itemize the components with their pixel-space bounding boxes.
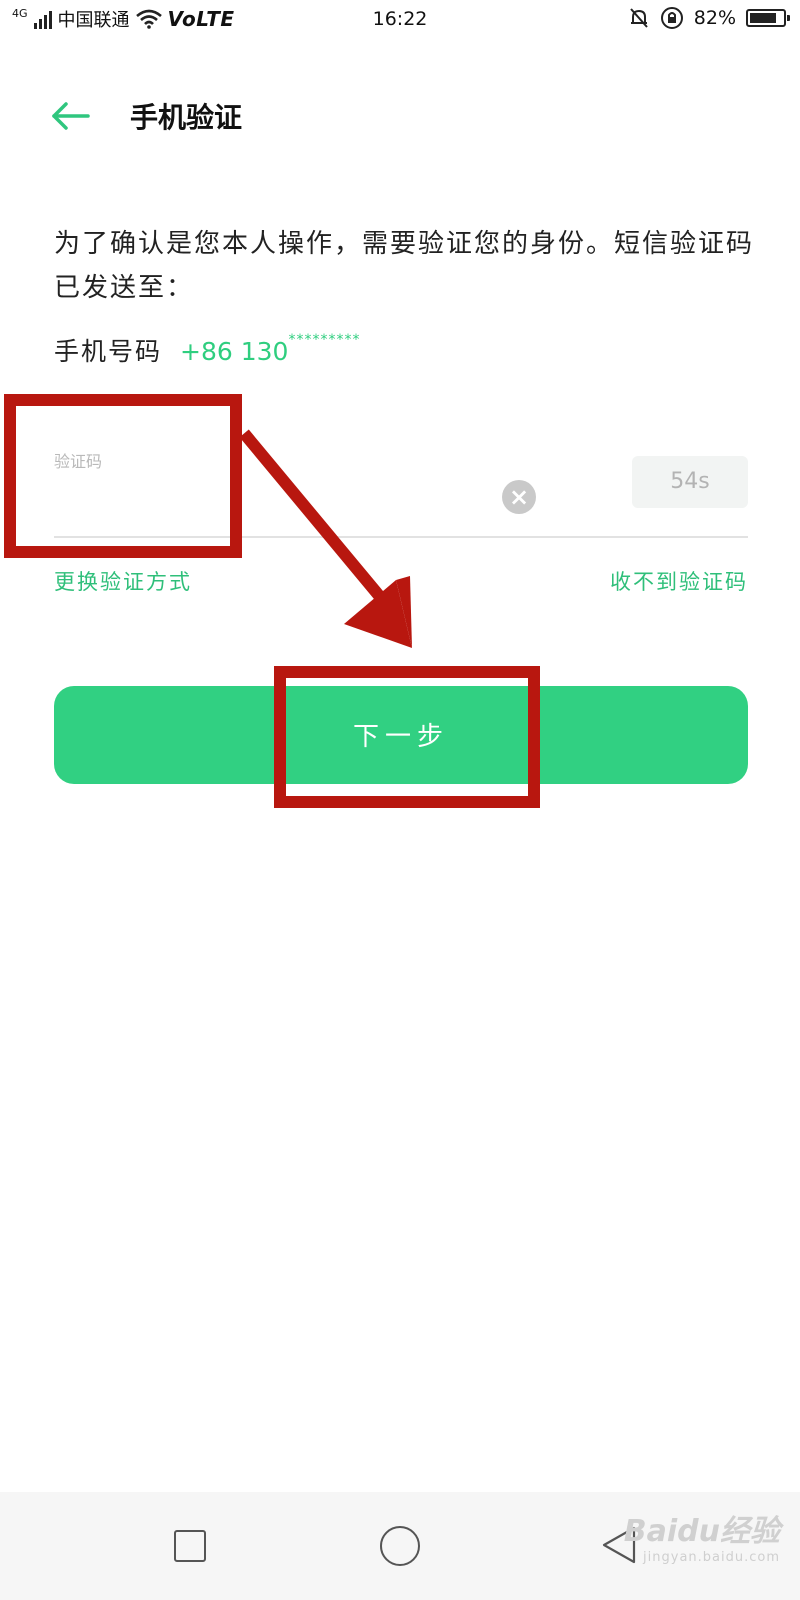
watermark: Baidu经验 jingyan.baidu.com: [624, 1506, 780, 1565]
status-bar: 4G 中国联通 VoLTE 16:22 82%: [0, 0, 800, 40]
phone-number: +86 130: [180, 337, 289, 366]
watermark-sub: jingyan.baidu.com: [643, 1550, 780, 1565]
annotation-box-button: [274, 666, 540, 808]
verification-description: 为了确认是您本人操作，需要验证您的身份。短信验证码已发送至：: [54, 229, 755, 303]
battery-icon: [746, 9, 790, 27]
home-icon[interactable]: [380, 1526, 420, 1566]
page-title: 手机验证: [130, 101, 243, 134]
back-arrow-icon[interactable]: [46, 94, 96, 138]
status-right: 82%: [628, 6, 790, 30]
switch-method-link[interactable]: 更换验证方式: [54, 566, 192, 596]
battery-percent: 82%: [693, 7, 736, 29]
phone-mask: *********: [288, 332, 361, 348]
watermark-main: Baidu经验: [623, 1514, 780, 1549]
resend-countdown[interactable]: 54s: [632, 456, 748, 508]
clear-input-icon[interactable]: ×: [502, 480, 536, 514]
rotation-lock-icon: [660, 7, 683, 29]
phone-row: 手机号码 +86 130 *********: [54, 332, 360, 368]
bell-muted-icon: [630, 8, 648, 28]
annotation-box-input: [4, 394, 242, 558]
no-code-link[interactable]: 收不到验证码: [610, 566, 748, 596]
recent-apps-icon[interactable]: [174, 1530, 206, 1562]
battery-fill: [750, 13, 777, 23]
navigation-bar: Baidu经验 jingyan.baidu.com: [0, 1492, 800, 1600]
phone-label: 手机号码: [54, 337, 163, 366]
